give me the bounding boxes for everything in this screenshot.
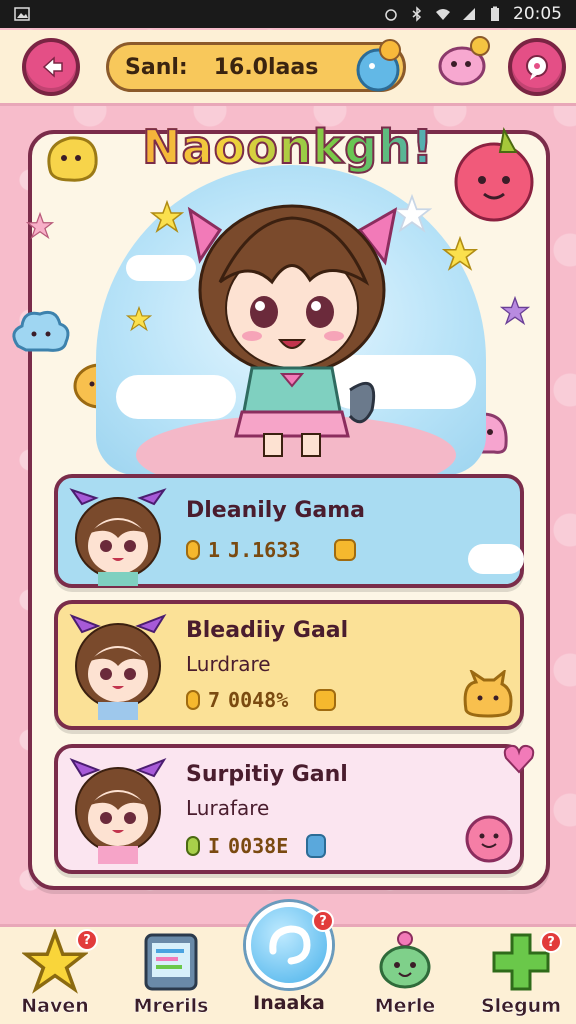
status-bar: 20:05 (0, 0, 576, 28)
search-value: 16.0laas (213, 54, 319, 80)
game-card[interactable]: Bleadiiy Gaal Lurdrare 7 0048% (54, 600, 524, 730)
top-bar: Sanl: 16.0laas (0, 30, 576, 106)
cat-mascot-icon (463, 670, 513, 718)
coin-icon (186, 690, 200, 710)
avatar (69, 757, 167, 864)
card-title: Bleadiiy Gaal (186, 618, 349, 643)
pink-blob-icon (465, 815, 513, 863)
nav-label: Mrerils (133, 995, 209, 1018)
bluetooth-icon (412, 6, 422, 22)
stat-value: J.1633 (228, 538, 301, 562)
avatar (69, 613, 167, 720)
nav-label: Merle (374, 995, 436, 1018)
star-icon (126, 306, 152, 332)
card-stat: I 0038E (186, 834, 327, 858)
coin-icon (186, 836, 200, 856)
star-icon (500, 296, 530, 326)
game-title: Naoonkgh! (0, 119, 576, 175)
stat-count: 7 (208, 688, 221, 712)
star-icon (442, 236, 478, 271)
back-arrow-icon (42, 56, 63, 78)
nav-item-naven[interactable]: ? Naven (0, 927, 110, 1024)
game-card[interactable]: Dleanily Gama 1 J.1633 (54, 474, 524, 588)
coin-icon (186, 540, 200, 560)
card-title: Dleanily Gama (186, 498, 365, 523)
nav-item-slegum[interactable]: ? Slegum (466, 927, 576, 1024)
back-button[interactable] (22, 38, 80, 96)
battery-icon (491, 6, 499, 21)
chat-bubble-icon (526, 55, 548, 80)
mascot-icon (379, 931, 431, 989)
coin-icon (314, 689, 337, 711)
coin-icon (306, 834, 327, 858)
stat-value: 0038E (228, 834, 289, 858)
hero-character (187, 204, 398, 457)
notification-badge: ? (312, 910, 334, 932)
nav-label[interactable]: Inaaka (234, 992, 344, 1014)
star-icon (150, 200, 184, 233)
nav-label: Slegum (480, 995, 562, 1018)
card-subtitle: Lurdrare (186, 652, 271, 676)
search-label: Sanl: (125, 54, 188, 80)
tablet-icon (144, 933, 198, 991)
stat-count: 1 (208, 538, 221, 562)
nav-item-merle[interactable]: Merle (350, 927, 460, 1024)
stat-count: I (208, 834, 221, 858)
status-time: 20:05 (513, 4, 562, 24)
gallery-icon (14, 7, 30, 21)
card-subtitle: Lurafare (186, 796, 270, 820)
card-title: Surpitiy Ganl (186, 762, 348, 787)
card-stat: 1 J.1633 (186, 538, 357, 562)
heart-icon (503, 744, 535, 774)
cloud (468, 544, 524, 574)
pink-creature-icon (438, 36, 490, 86)
alarm-icon (385, 9, 397, 21)
notification-badge: ? (540, 931, 562, 953)
blob-mascot-icon (356, 39, 401, 92)
game-card[interactable]: Surpitiy Ganl Lurafare I 0038E (54, 744, 535, 874)
notification-badge: ? (76, 929, 98, 951)
avatar (69, 488, 167, 586)
signal-icon (463, 8, 475, 20)
star-icon (26, 212, 54, 240)
card-stat: 7 0048% (186, 688, 337, 712)
nav-item-mrerils[interactable]: Mrerils (116, 927, 226, 1024)
nav-label: Naven (21, 995, 89, 1018)
stat-value: 0048% (228, 688, 289, 712)
blue-cloud-icon (12, 310, 70, 352)
coin-icon (334, 539, 357, 561)
wifi-icon (436, 9, 450, 20)
chat-button[interactable] (508, 38, 566, 96)
